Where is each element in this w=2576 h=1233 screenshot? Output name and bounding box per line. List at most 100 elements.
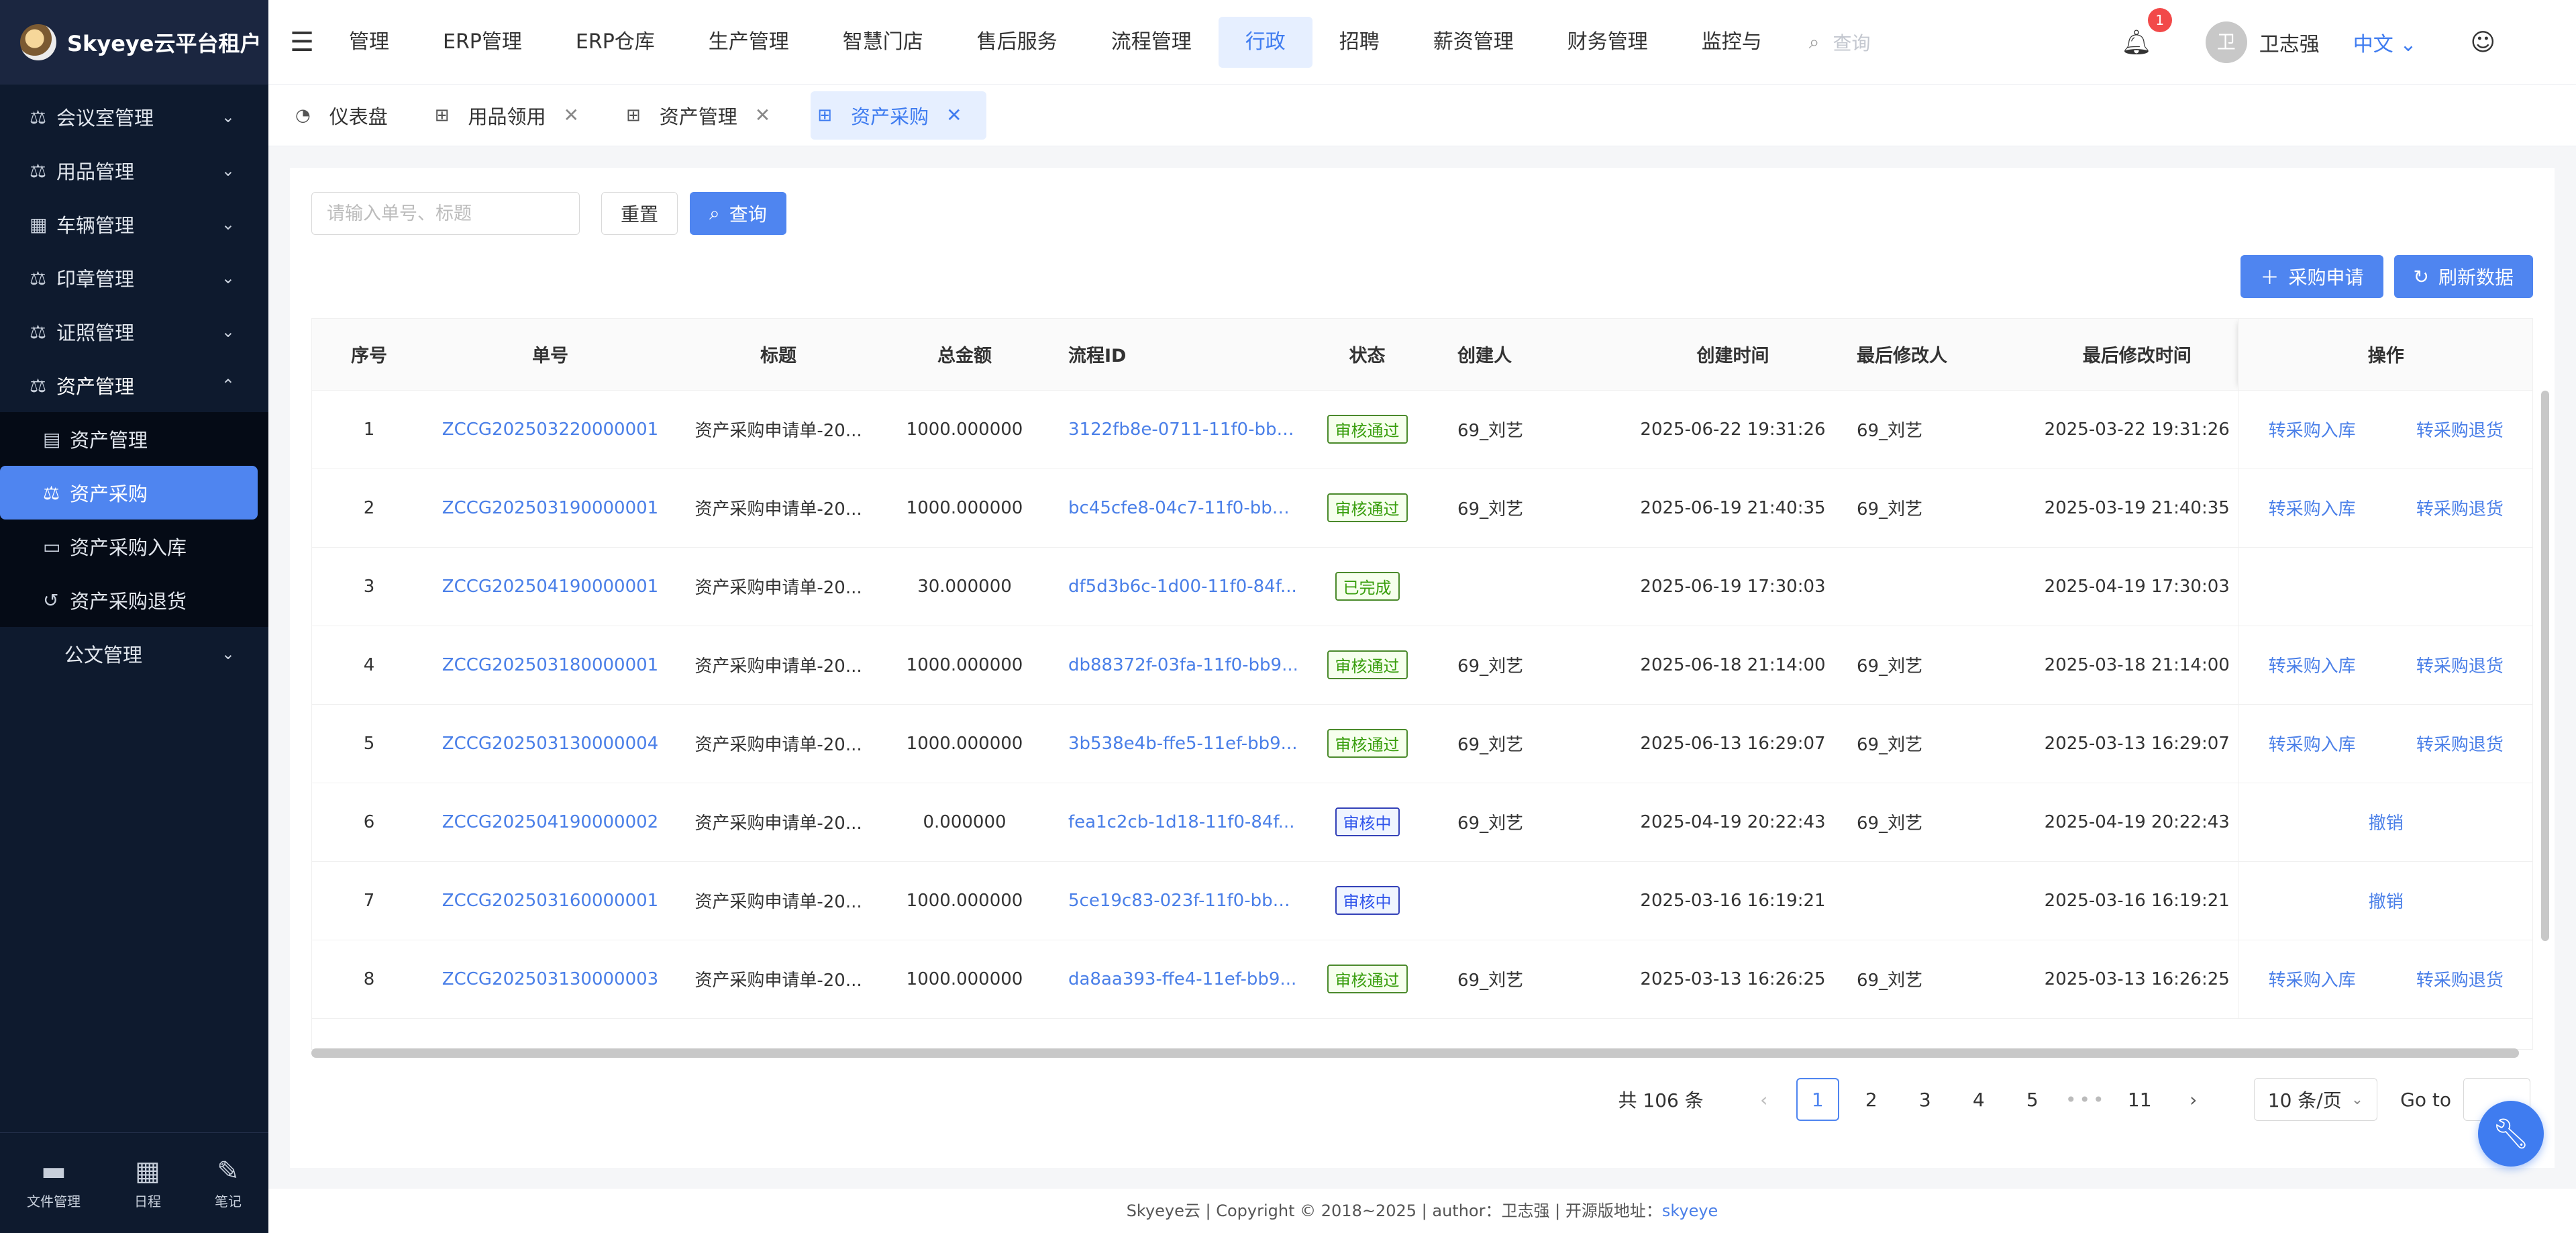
nav-item-erp-warehouse[interactable]: ERP仓库 bbox=[549, 17, 682, 68]
cell-order-number-link[interactable]: ZCCG202503130000004 bbox=[426, 704, 674, 783]
refresh-button[interactable]: ↻ 刷新数据 bbox=[2393, 255, 2533, 298]
nav-item-after-sales[interactable]: 售后服务 bbox=[950, 17, 1084, 68]
nav-item-production[interactable]: 生产管理 bbox=[682, 17, 816, 68]
query-button[interactable]: ⌕ 查询 bbox=[690, 192, 786, 235]
cell-order-number-link[interactable]: ZCCG202504190000001 bbox=[426, 547, 674, 626]
tool-notes[interactable]: ✎ 笔记 bbox=[215, 1156, 242, 1210]
tab-asset-purchase[interactable]: ⊞ 资产采购 ✕ bbox=[811, 91, 986, 140]
cell-order-number-link[interactable]: ZCCG202503190000001 bbox=[426, 468, 674, 548]
nav-item-smart-store[interactable]: 智慧门店 bbox=[816, 17, 950, 68]
cell-flow-id-link[interactable]: df5d3b6c-1d00-11f0-84f... bbox=[1047, 547, 1298, 626]
avatar[interactable]: 卫 bbox=[2205, 21, 2247, 63]
cell-order-number-link[interactable]: ZCCG202503180000001 bbox=[426, 626, 674, 705]
sidebar-item-vehicles[interactable]: ▦ 车辆管理 ⌄ bbox=[0, 197, 268, 251]
to-return-link[interactable]: 转采购退货 bbox=[2416, 967, 2504, 991]
to-inbound-link[interactable]: 转采购入库 bbox=[2269, 495, 2356, 520]
close-icon[interactable]: ✕ bbox=[755, 104, 770, 126]
revoke-link[interactable]: 撤销 bbox=[2369, 809, 2404, 834]
sidebar-item-meeting-room[interactable]: ⚖ 会议室管理 ⌄ bbox=[0, 90, 268, 144]
top-right: 🔔︎ 1 卫 卫志强 中文 ⌄ ☺ bbox=[2121, 0, 2576, 85]
menu-toggle-icon[interactable]: ☰ bbox=[268, 27, 336, 58]
cell-creator bbox=[1436, 547, 1631, 626]
cell-flow-id-link[interactable]: 3b538e4b-ffe5-11ef-bb9... bbox=[1047, 704, 1298, 783]
horizontal-scrollbar[interactable] bbox=[311, 1048, 2519, 1058]
to-inbound-link[interactable]: 转采购入库 bbox=[2269, 417, 2356, 442]
page-3[interactable]: 3 bbox=[1904, 1078, 1947, 1121]
vertical-scrollbar[interactable] bbox=[2541, 391, 2549, 941]
sidebar-subitem-purchase-inbound[interactable]: ▭ 资产采购入库 bbox=[0, 520, 268, 573]
sidebar-item-supplies[interactable]: ⚖ 用品管理 ⌄ bbox=[0, 144, 268, 197]
sidebar: Skyeye云平台租户 ⚖ 会议室管理 ⌄ ⚖ 用品管理 ⌄ ▦ 车辆管理 ⌄ … bbox=[0, 0, 268, 1233]
tool-file-manager[interactable]: ▬ 文件管理 bbox=[27, 1156, 81, 1210]
prev-page-icon[interactable]: ‹ bbox=[1743, 1078, 1786, 1121]
page-2[interactable]: 2 bbox=[1850, 1078, 1893, 1121]
cell-amount: 0.000000 bbox=[882, 783, 1047, 862]
tab-supplies-use[interactable]: ⊞ 用品领用 ✕ bbox=[428, 91, 603, 140]
to-inbound-link[interactable]: 转采购入库 bbox=[2269, 967, 2356, 991]
cell-operations: 转采购入库 转采购退货 bbox=[2237, 940, 2532, 1019]
tab-dashboard[interactable]: ◔ 仪表盘 bbox=[289, 91, 412, 140]
settings-fab[interactable]: 🔧︎ bbox=[2478, 1101, 2544, 1167]
cell-order-number-link[interactable]: ZCCG202504190000002 bbox=[426, 783, 674, 862]
sidebar-item-label: 证照管理 bbox=[56, 322, 135, 344]
to-return-link[interactable]: 转采购退货 bbox=[2416, 495, 2504, 520]
chat-icon[interactable]: ☺ bbox=[2470, 29, 2495, 56]
page-1[interactable]: 1 bbox=[1796, 1078, 1839, 1121]
sidebar-item-licenses[interactable]: ⚖ 证照管理 ⌄ bbox=[0, 305, 268, 358]
sidebar-item-seals[interactable]: ⚖ 印章管理 ⌄ bbox=[0, 251, 268, 305]
cell-flow-id-link[interactable]: fea1c2cb-1d18-11f0-84f... bbox=[1047, 783, 1298, 862]
cell-flow-id-link[interactable]: db88372f-03fa-11f0-bb9... bbox=[1047, 626, 1298, 705]
page-size-select[interactable]: 10 条/页 ⌄ bbox=[2253, 1078, 2378, 1121]
search-icon: ⌕ bbox=[709, 202, 720, 224]
brand[interactable]: Skyeye云平台租户 bbox=[0, 0, 268, 85]
to-inbound-link[interactable]: 转采购入库 bbox=[2269, 652, 2356, 677]
to-inbound-link[interactable]: 转采购入库 bbox=[2269, 731, 2356, 756]
nav-item-salary[interactable]: 薪资管理 bbox=[1406, 17, 1541, 68]
nav-item-manage[interactable]: 管理 bbox=[336, 17, 416, 68]
nav-item-recruitment[interactable]: 招聘 bbox=[1312, 17, 1406, 68]
nav-item-admin[interactable]: 行政 bbox=[1218, 16, 1312, 68]
close-icon[interactable]: ✕ bbox=[946, 104, 962, 126]
purchase-apply-button[interactable]: ＋ 采购申请 bbox=[2240, 255, 2383, 298]
nav-item-monitor[interactable]: 监控与 bbox=[1675, 17, 1789, 68]
to-return-link[interactable]: 转采购退货 bbox=[2416, 417, 2504, 442]
reset-button[interactable]: 重置 bbox=[601, 192, 678, 235]
cell-order-number-link[interactable]: ZCCG202503220000001 bbox=[426, 390, 674, 469]
sidebar-item-assets[interactable]: ⚖ 资产管理 ⌃ bbox=[0, 358, 268, 412]
sidebar-subitem-purchase-return[interactable]: ↺ 资产采购退货 bbox=[0, 573, 268, 627]
tool-schedule[interactable]: ▦ 日程 bbox=[134, 1156, 161, 1210]
nav-item-finance[interactable]: 财务管理 bbox=[1541, 17, 1675, 68]
close-icon[interactable]: ✕ bbox=[564, 104, 579, 126]
cell-operations: 转采购入库 转采购退货 bbox=[2237, 468, 2532, 548]
cell-flow-id-link[interactable]: bc45cfe8-04c7-11f0-bb9... bbox=[1047, 468, 1298, 548]
to-return-link[interactable]: 转采购退货 bbox=[2416, 731, 2504, 756]
top-search[interactable]: ⌕ 查询 bbox=[1809, 29, 1871, 56]
notification-bell-icon[interactable]: 🔔︎ 1 bbox=[2121, 8, 2172, 56]
page-ellipsis[interactable]: ••• bbox=[2065, 1078, 2108, 1121]
cell-order-number-link[interactable]: ZCCG202503130000003 bbox=[426, 940, 674, 1019]
nav-item-erp[interactable]: ERP管理 bbox=[416, 17, 549, 68]
cell-index: 2 bbox=[312, 468, 426, 548]
username[interactable]: 卫志强 bbox=[2259, 28, 2320, 57]
cell-flow-id-link[interactable]: 3122fb8e-0711-11f0-bb9... bbox=[1047, 390, 1298, 469]
cell-order-number-link[interactable]: ZCCG202503160000001 bbox=[426, 861, 674, 940]
cell-flow-id-link[interactable]: da8aa393-ffe4-11ef-bb9... bbox=[1047, 940, 1298, 1019]
search-input[interactable] bbox=[311, 192, 580, 235]
page-last[interactable]: 11 bbox=[2118, 1078, 2161, 1121]
sidebar-item-documents[interactable]: 公文管理 ⌄ bbox=[0, 627, 268, 681]
sidebar-subitem-asset-purchase[interactable]: ⚖ 资产采购 bbox=[0, 466, 258, 520]
revoke-link[interactable]: 撤销 bbox=[2369, 888, 2404, 913]
to-return-link[interactable]: 转采购退货 bbox=[2416, 652, 2504, 677]
page-5[interactable]: 5 bbox=[2011, 1078, 2054, 1121]
cell-flow-id-link[interactable]: 5ce19c83-023f-11f0-bb9... bbox=[1047, 861, 1298, 940]
cell-index: 4 bbox=[312, 626, 426, 705]
nav-item-workflow[interactable]: 流程管理 bbox=[1084, 17, 1219, 68]
page-4[interactable]: 4 bbox=[1957, 1078, 2000, 1121]
footer-link[interactable]: skyeye bbox=[1662, 1201, 1718, 1220]
language-select[interactable]: 中文 ⌄ bbox=[2353, 28, 2417, 57]
next-page-icon[interactable]: › bbox=[2172, 1078, 2215, 1121]
cell-amount: 1000.000000 bbox=[882, 390, 1047, 469]
tab-asset-management[interactable]: ⊞ 资产管理 ✕ bbox=[619, 91, 794, 140]
sidebar-subitem-asset-management[interactable]: ▤ 资产管理 bbox=[0, 412, 268, 466]
table-row: 7 ZCCG202503160000001 资产采购申请单-20... 1000.00… bbox=[312, 861, 2532, 940]
